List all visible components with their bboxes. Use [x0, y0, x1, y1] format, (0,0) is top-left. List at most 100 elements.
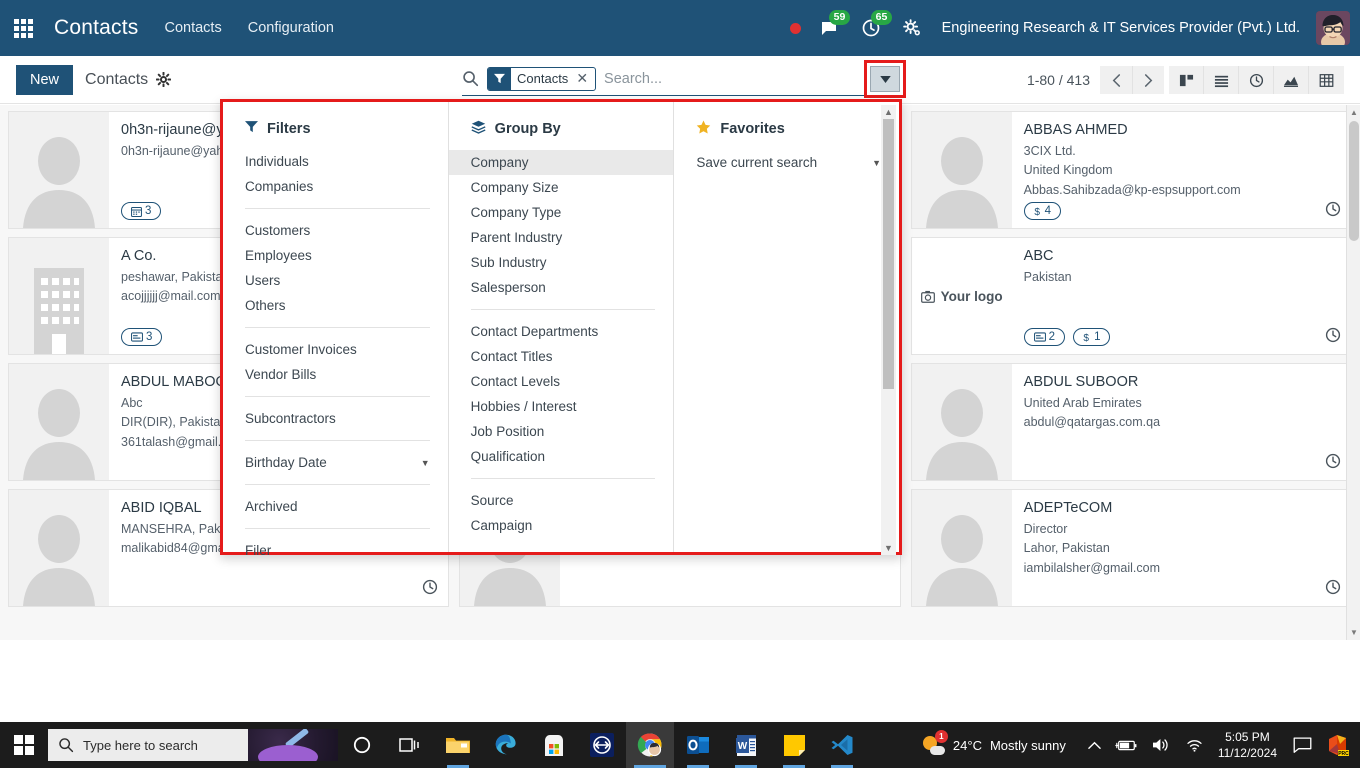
chart-icon[interactable]: [1274, 66, 1309, 94]
company-switcher[interactable]: Engineering Research & IT Services Provi…: [942, 20, 1300, 36]
cortana-circle-icon[interactable]: [338, 722, 386, 768]
search-icon: [59, 738, 74, 753]
filter-employees[interactable]: Employees: [223, 243, 448, 268]
menu-configuration[interactable]: Configuration: [248, 20, 334, 36]
filter-others[interactable]: Others: [223, 293, 448, 318]
filter-archived[interactable]: Archived: [223, 494, 448, 519]
show-hidden-icons-chevron[interactable]: [1088, 741, 1101, 750]
filter-vendor-bills[interactable]: Vendor Bills: [223, 362, 448, 387]
invoice-badge[interactable]: 3: [121, 328, 163, 346]
invoice-badge[interactable]: 2: [1023, 328, 1066, 346]
groupby-source[interactable]: Source: [449, 488, 674, 513]
app-brand-title[interactable]: Contacts: [54, 16, 138, 40]
sticky-notes-icon[interactable]: [770, 722, 818, 768]
action-center-icon[interactable]: [1293, 737, 1312, 753]
filter-add-custom[interactable]: Filer: [223, 538, 448, 563]
office-prc-icon[interactable]: PRC: [1326, 733, 1350, 757]
groupby-company-size[interactable]: Company Size: [449, 175, 674, 200]
clock-icon[interactable]: [1325, 453, 1341, 474]
filter-icon: [488, 67, 511, 90]
filter-customer-invoices[interactable]: Customer Invoices: [223, 337, 448, 362]
microsoft-outlook-icon[interactable]: [674, 722, 722, 768]
gears-icon[interactable]: [902, 18, 922, 38]
menu-contacts[interactable]: Contacts: [164, 20, 221, 36]
pivot-table-icon[interactable]: [1309, 66, 1344, 94]
scrollbar-thumb[interactable]: [883, 119, 895, 389]
volume-icon[interactable]: [1151, 737, 1171, 753]
weather-widget[interactable]: 1 24°C Mostly sunny: [922, 730, 1066, 756]
item-label: Vendor Bills: [245, 367, 317, 382]
taskbar-search-input[interactable]: Type here to search: [48, 729, 338, 761]
amount-badge[interactable]: $ 1: [1073, 328, 1111, 346]
scroll-up-arrow[interactable]: ▲: [884, 107, 893, 117]
microsoft-store-icon[interactable]: [530, 722, 578, 768]
kanban-card[interactable]: Your logo ABC Pakistan 2 $ 1: [910, 237, 1352, 355]
scroll-down-arrow[interactable]: ▼: [884, 543, 893, 553]
item-label: Qualification: [470, 449, 545, 464]
battery-icon[interactable]: [1115, 739, 1137, 752]
activities-button[interactable]: 65: [861, 10, 893, 38]
filter-subcontractors[interactable]: Subcontractors: [223, 406, 448, 431]
amount-badge[interactable]: $ 4: [1023, 202, 1062, 220]
record-dot-icon[interactable]: [789, 22, 801, 34]
new-button[interactable]: New: [16, 64, 74, 95]
file-explorer-icon[interactable]: [434, 722, 482, 768]
user-avatar[interactable]: [1316, 11, 1350, 45]
taskbar-clock[interactable]: 5:05 PM 11/12/2024: [1218, 729, 1277, 761]
filter-individuals[interactable]: Individuals: [223, 149, 448, 174]
groupby-sub-industry[interactable]: Sub Industry: [449, 250, 674, 275]
apps-menu-icon[interactable]: [0, 18, 46, 38]
gear-icon[interactable]: [156, 72, 172, 87]
scrollbar-thumb[interactable]: [1349, 121, 1359, 241]
save-current-search[interactable]: Save current search ▼: [674, 150, 899, 175]
kanban-card[interactable]: ADEPTeCOM Director Lahor, Pakistan iambi…: [910, 489, 1352, 607]
pager-range[interactable]: 1-80 / 413: [1027, 72, 1090, 88]
list-icon[interactable]: [1204, 66, 1239, 94]
groupby-company-type[interactable]: Company Type: [449, 200, 674, 225]
kanban-card[interactable]: ABBAS AHMED 3CIX Ltd. United Kingdom Abb…: [910, 111, 1352, 229]
clock-icon[interactable]: [1239, 66, 1274, 94]
clock-icon[interactable]: [1325, 201, 1341, 222]
groupby-company[interactable]: Company: [448, 150, 674, 175]
groupby-qualification[interactable]: Qualification: [449, 444, 674, 469]
filter-birthday-date[interactable]: Birthday Date ▼: [223, 450, 448, 475]
kanban-card[interactable]: ABDUL SUBOOR United Arab Emirates abdul@…: [910, 363, 1352, 481]
clock-icon[interactable]: [1325, 579, 1341, 600]
search-facet-contacts[interactable]: Contacts ✕: [487, 66, 597, 91]
clock-icon[interactable]: [1325, 327, 1341, 348]
groupby-contact-departments[interactable]: Contact Departments: [449, 319, 674, 344]
messages-button[interactable]: 59: [819, 10, 851, 38]
task-view-icon[interactable]: [386, 722, 434, 768]
scroll-down-arrow[interactable]: ▼: [1350, 628, 1358, 637]
groupby-job-position[interactable]: Job Position: [449, 419, 674, 444]
microsoft-word-icon[interactable]: W: [722, 722, 770, 768]
filter-companies[interactable]: Companies: [223, 174, 448, 199]
pager-previous-button[interactable]: [1100, 66, 1132, 94]
dropdown-scrollbar[interactable]: ▲ ▼: [881, 105, 897, 555]
scroll-up-arrow[interactable]: ▲: [1350, 108, 1358, 117]
groupby-hobbies-interest[interactable]: Hobbies / Interest: [449, 394, 674, 419]
groupby-contact-levels[interactable]: Contact Levels: [449, 369, 674, 394]
pager-next-button[interactable]: [1132, 66, 1164, 94]
kanban-icon[interactable]: [1169, 66, 1204, 94]
teamviewer-icon[interactable]: [578, 722, 626, 768]
filter-customers[interactable]: Customers: [223, 218, 448, 243]
wifi-icon[interactable]: [1185, 738, 1204, 753]
person-placeholder: [9, 364, 109, 480]
clock-icon[interactable]: [422, 579, 438, 600]
google-chrome-icon[interactable]: [626, 722, 674, 768]
visual-studio-code-icon[interactable]: [818, 722, 866, 768]
close-icon[interactable]: ✕: [574, 70, 596, 87]
groupby-contact-titles[interactable]: Contact Titles: [449, 344, 674, 369]
groupby-parent-industry[interactable]: Parent Industry: [449, 225, 674, 250]
kanban-scrollbar[interactable]: ▲ ▼: [1346, 105, 1360, 640]
search-dropdown-toggle[interactable]: [870, 66, 900, 92]
microsoft-edge-icon[interactable]: [482, 722, 530, 768]
groupby-campaign[interactable]: Campaign: [449, 513, 674, 538]
calendar-badge[interactable]: 3: [121, 202, 162, 220]
person-placeholder: [911, 112, 1012, 228]
windows-start-icon[interactable]: [0, 722, 48, 768]
groupby-salesperson[interactable]: Salesperson: [449, 275, 674, 300]
search-input[interactable]: [596, 70, 902, 87]
filter-users[interactable]: Users: [223, 268, 448, 293]
